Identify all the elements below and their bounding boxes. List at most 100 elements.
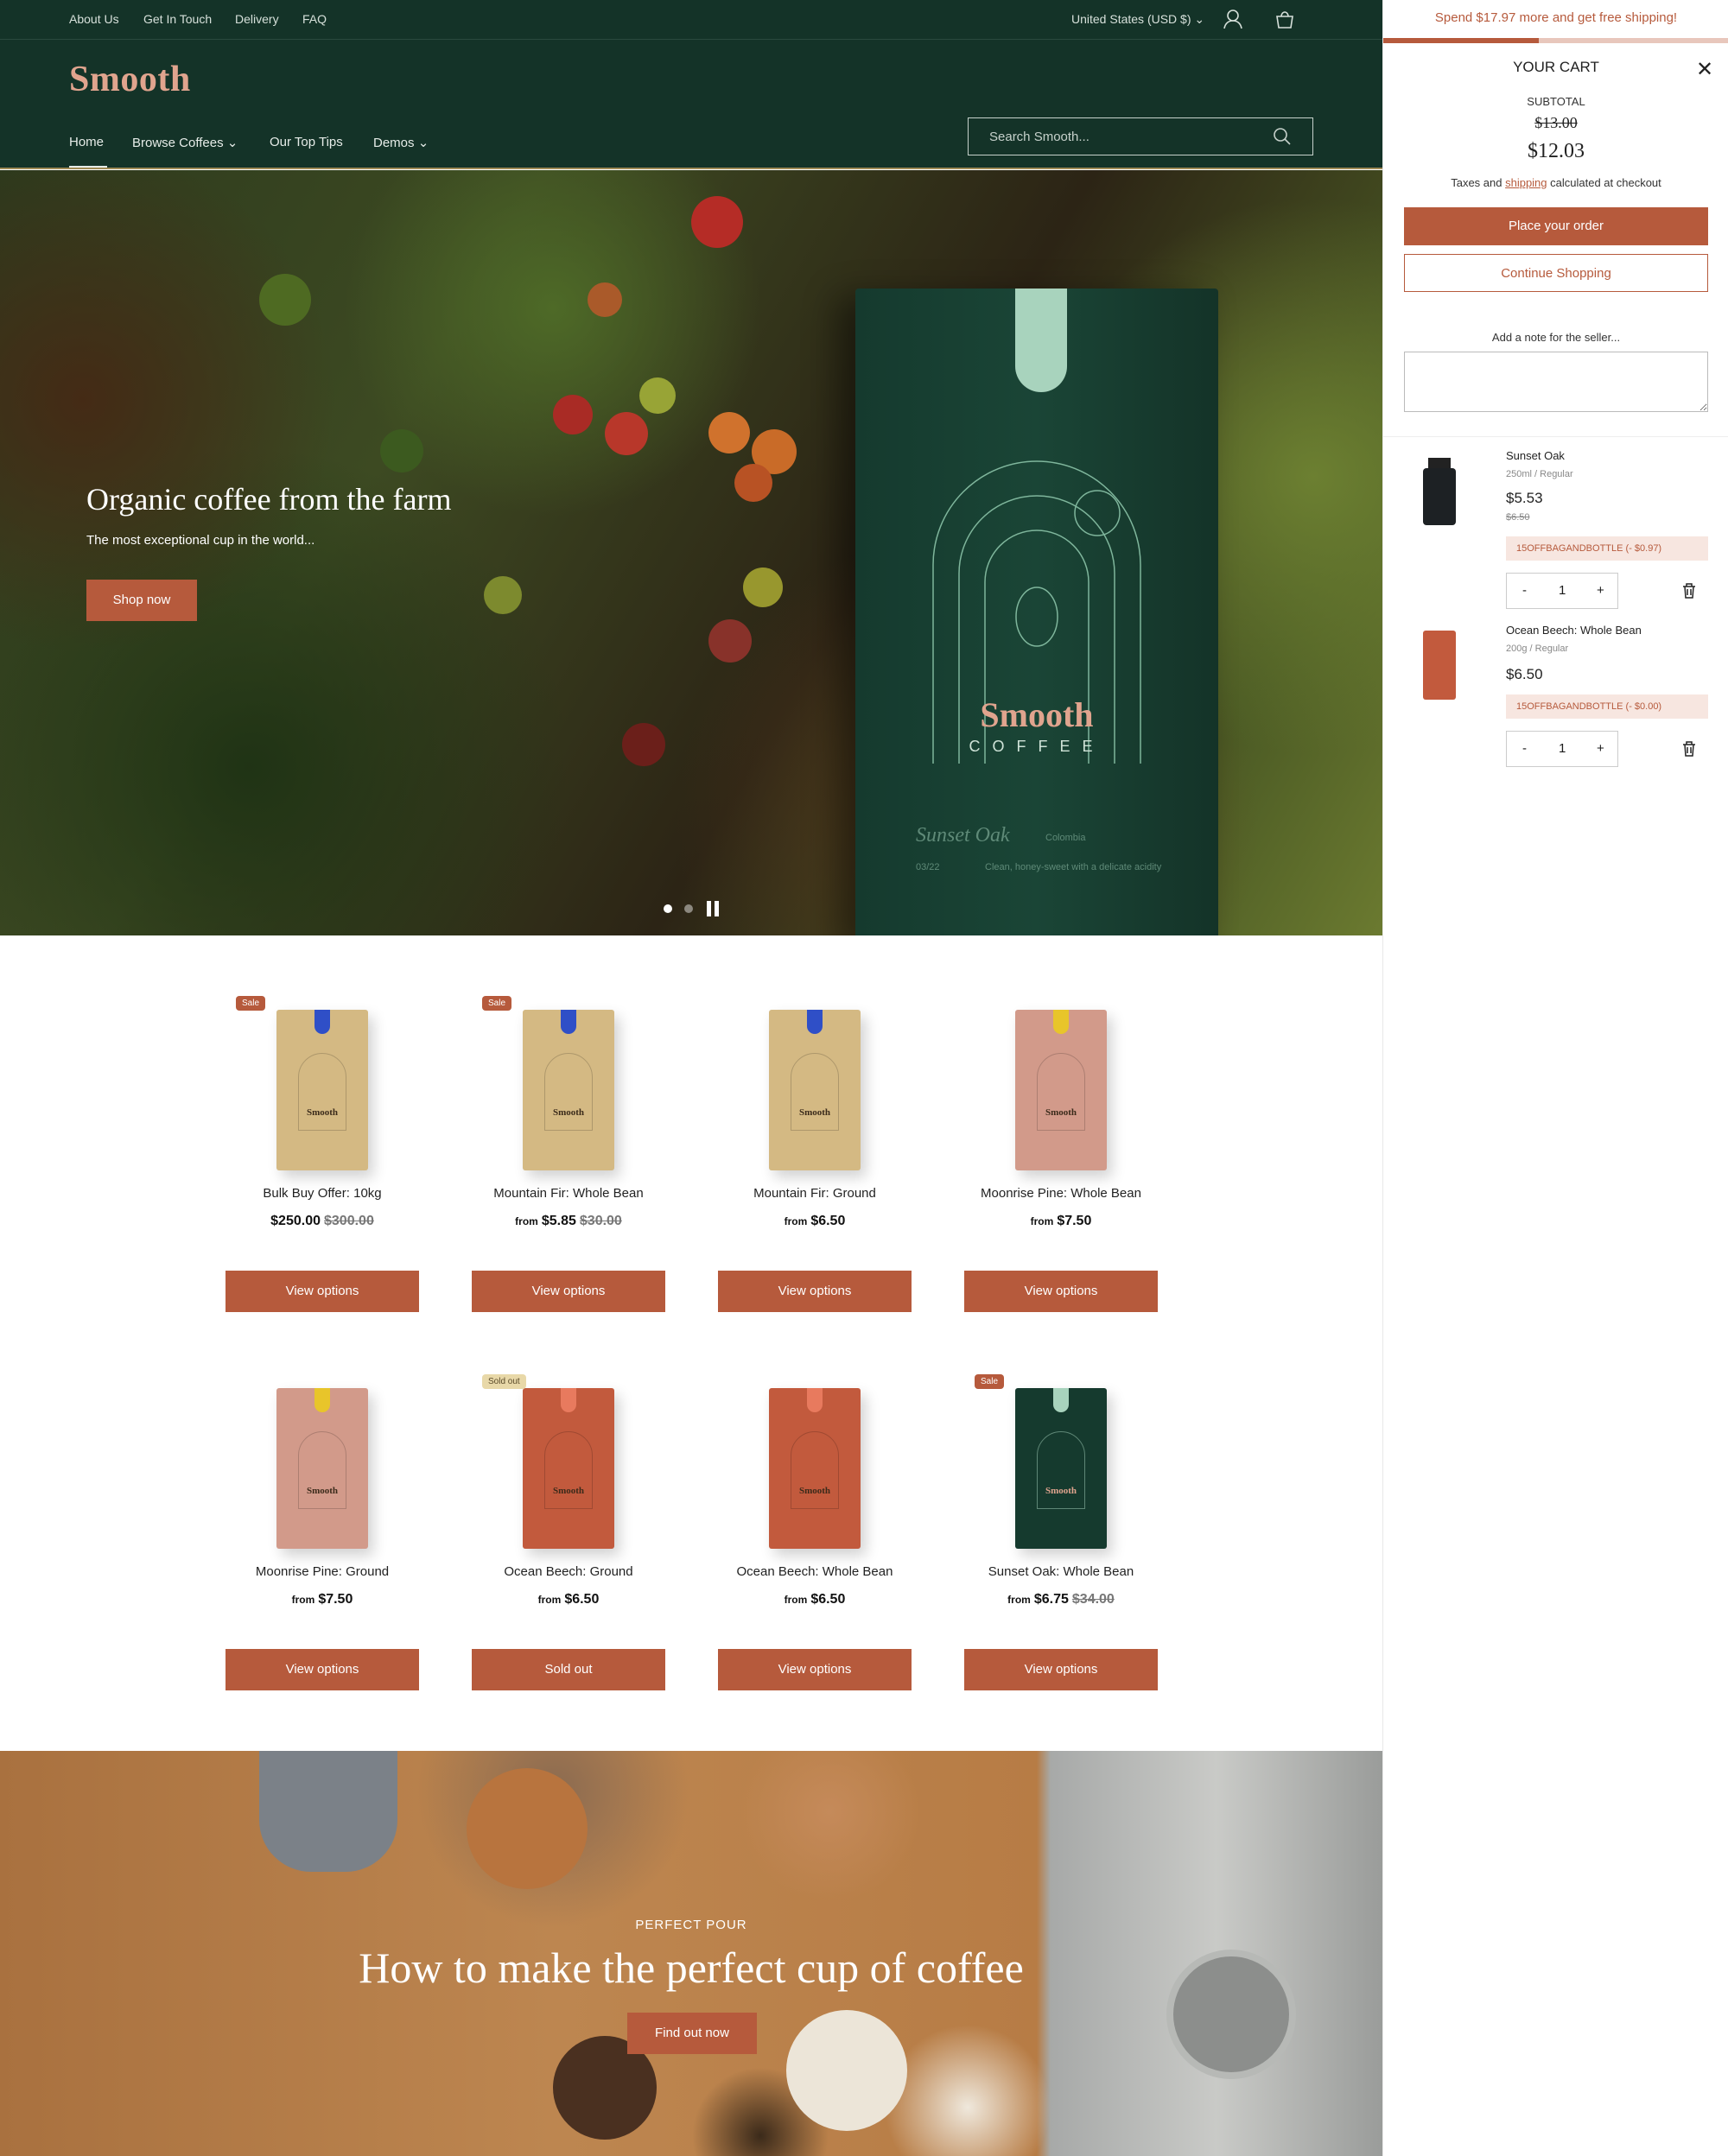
site-logo[interactable]: Smooth: [69, 59, 191, 100]
product-card[interactable]: Smooth Moonrise Pine: Whole Bean from $7.50…: [964, 996, 1158, 1312]
trash-icon[interactable]: [1682, 583, 1696, 599]
cart-item-name[interactable]: Ocean Beech: Whole Bean: [1506, 624, 1642, 637]
search-icon[interactable]: [1273, 127, 1292, 146]
coffee-cherry: [380, 429, 423, 472]
bag-tab: [561, 1388, 576, 1412]
product-was-price: $34.00: [1071, 1592, 1115, 1607]
search-input[interactable]: Search Smooth...: [968, 117, 1313, 155]
find-out-now-button[interactable]: Find out now: [627, 2013, 757, 2054]
coffee-cherry: [622, 723, 665, 766]
product-price-row: from $6.50: [718, 1214, 912, 1229]
qty-value[interactable]: 1: [1559, 741, 1566, 756]
nav-browse-coffees-label: Browse Coffees: [132, 136, 224, 150]
product-name[interactable]: Ocean Beech: Whole Bean: [718, 1564, 912, 1579]
product-card[interactable]: Smooth Sale Sunset Oak: Whole Bean from $6.7…: [964, 1374, 1158, 1690]
qty-increase[interactable]: +: [1597, 741, 1604, 756]
view-options-button[interactable]: View options: [964, 1649, 1158, 1690]
slide-dot-active[interactable]: [664, 904, 672, 913]
product-image[interactable]: Smooth Sale: [226, 996, 419, 1177]
qty-value[interactable]: 1: [1559, 583, 1566, 598]
product-name[interactable]: Moonrise Pine: Ground: [226, 1564, 419, 1579]
product-name[interactable]: Sunset Oak: Whole Bean: [964, 1564, 1158, 1579]
bag-tab: [1053, 1388, 1069, 1412]
bag-brand: Smooth: [306, 1107, 339, 1118]
bag-brand: Smooth: [798, 1486, 831, 1496]
continue-shopping-button[interactable]: Continue Shopping: [1404, 254, 1708, 292]
pour-title: How to make the perfect cup of coffee: [359, 1944, 1024, 1992]
nav-demos-label: Demos: [373, 136, 415, 150]
link-delivery[interactable]: Delivery: [235, 12, 279, 26]
pause-icon[interactable]: [705, 901, 721, 916]
price-from: from: [1007, 1594, 1031, 1606]
product-image[interactable]: Smooth: [718, 1374, 912, 1556]
bag-arch: [1037, 1053, 1085, 1131]
hero-slideshow: Smooth COFFEE Sunset Oak Colombia 03/22 …: [0, 170, 1382, 935]
product-image[interactable]: Smooth: [964, 996, 1158, 1177]
seller-note-field[interactable]: [1404, 352, 1708, 412]
currency-selector[interactable]: United States (USD $) ⌄: [1071, 12, 1204, 27]
bag-arch: [791, 1053, 839, 1131]
view-options-button[interactable]: View options: [718, 1649, 912, 1690]
slide-dot[interactable]: [684, 904, 693, 913]
product-image[interactable]: Smooth Sold out: [472, 1374, 665, 1556]
link-about-us[interactable]: About Us: [69, 12, 119, 26]
trash-icon[interactable]: [1682, 741, 1696, 757]
bag-brand: Smooth: [1045, 1486, 1077, 1496]
product-card[interactable]: Smooth Ocean Beech: Whole Bean from $6.50 Vi…: [718, 1374, 912, 1690]
view-options-button[interactable]: View options: [964, 1271, 1158, 1312]
divider: [1383, 436, 1728, 437]
chevron-down-icon: ⌄: [1194, 12, 1205, 26]
nav-browse-coffees[interactable]: Browse Coffees ⌄: [132, 135, 238, 150]
product-image[interactable]: Smooth: [718, 996, 912, 1177]
product-image[interactable]: Smooth Sale: [472, 996, 665, 1177]
coffee-cherry: [639, 377, 676, 414]
product-price: $6.50: [564, 1592, 600, 1607]
product-name[interactable]: Bulk Buy Offer: 10kg: [226, 1186, 419, 1201]
coffee-cherry: [259, 274, 311, 326]
price-from: from: [784, 1594, 808, 1606]
product-name[interactable]: Mountain Fir: Ground: [718, 1186, 912, 1201]
qty-decrease[interactable]: -: [1522, 583, 1527, 598]
product-badge: Sale: [482, 996, 512, 1011]
shipping-progress-fill: [1383, 38, 1539, 43]
account-icon[interactable]: [1223, 9, 1242, 29]
view-options-button[interactable]: View options: [226, 1271, 419, 1312]
product-card[interactable]: Smooth Sale Bulk Buy Offer: 10kg $250.00 $30…: [226, 996, 419, 1312]
link-get-in-touch[interactable]: Get In Touch: [143, 12, 212, 26]
shipping-link[interactable]: shipping: [1505, 176, 1547, 189]
view-options-button[interactable]: View options: [226, 1649, 419, 1690]
view-options-button[interactable]: View options: [718, 1271, 912, 1312]
nav-home[interactable]: Home: [69, 135, 104, 149]
product-card[interactable]: Smooth Mountain Fir: Ground from $6.50 View …: [718, 996, 912, 1312]
qty-decrease[interactable]: -: [1522, 741, 1527, 756]
product-name[interactable]: Moonrise Pine: Whole Bean: [964, 1186, 1158, 1201]
price-from: from: [291, 1594, 315, 1606]
hero-subtitle: The most exceptional cup in the world...: [86, 533, 315, 548]
product-card[interactable]: Smooth Moonrise Pine: Ground from $7.50 View…: [226, 1374, 419, 1690]
product-price: $7.50: [1057, 1214, 1092, 1228]
sold-out-button[interactable]: Sold out: [472, 1649, 665, 1690]
search-placeholder: Search Smooth...: [989, 130, 1090, 144]
product-price: $6.50: [810, 1592, 846, 1607]
product-name[interactable]: Mountain Fir: Whole Bean: [472, 1186, 665, 1201]
quantity-stepper[interactable]: - 1 +: [1506, 573, 1618, 609]
product-image[interactable]: Smooth: [226, 1374, 419, 1556]
link-faq[interactable]: FAQ: [302, 12, 327, 26]
nav-demos[interactable]: Demos ⌄: [373, 135, 429, 150]
close-icon[interactable]: ✕: [1696, 57, 1713, 82]
product-image[interactable]: Smooth Sale: [964, 1374, 1158, 1556]
view-options-button[interactable]: View options: [472, 1271, 665, 1312]
product-card[interactable]: Smooth Sale Mountain Fir: Whole Bean from $5…: [472, 996, 665, 1312]
product-price-row: from $6.50: [472, 1592, 665, 1607]
cart-icon[interactable]: [1275, 9, 1294, 29]
nav-top-tips[interactable]: Our Top Tips: [270, 135, 343, 149]
quantity-stepper[interactable]: - 1 +: [1506, 731, 1618, 767]
product-name[interactable]: Ocean Beech: Ground: [472, 1564, 665, 1579]
coffee-cherry: [743, 568, 783, 607]
cart-item-name[interactable]: Sunset Oak: [1506, 449, 1565, 462]
cart-item-variant: 250ml / Regular: [1506, 469, 1573, 479]
qty-increase[interactable]: +: [1597, 583, 1604, 598]
shop-now-button[interactable]: Shop now: [86, 580, 197, 621]
place-order-button[interactable]: Place your order: [1404, 207, 1708, 245]
product-card[interactable]: Smooth Sold out Ocean Beech: Ground from $6.…: [472, 1374, 665, 1690]
